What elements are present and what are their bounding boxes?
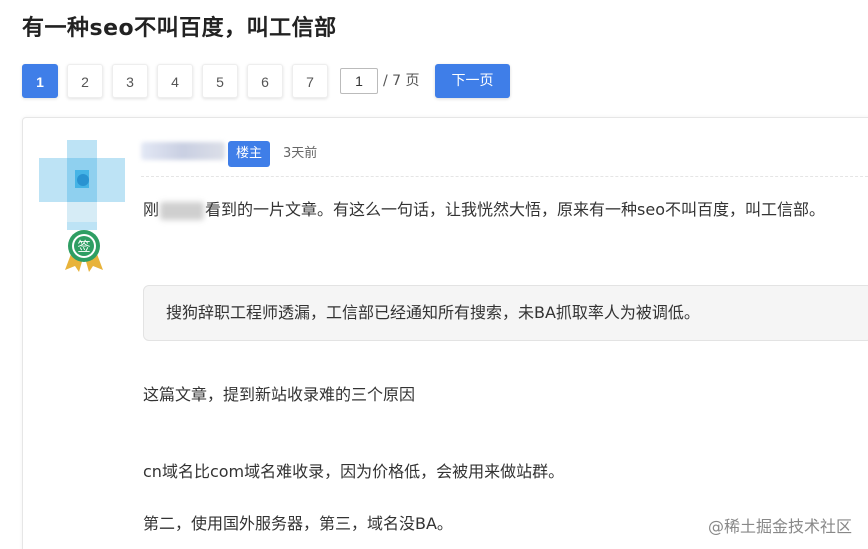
- avatar[interactable]: [39, 140, 125, 230]
- page-button-7[interactable]: 7: [292, 64, 328, 98]
- page-button-2[interactable]: 2: [67, 64, 103, 98]
- post-time: 3天前: [283, 146, 318, 161]
- page-button-1[interactable]: 1: [22, 64, 58, 98]
- page-button-4[interactable]: 4: [157, 64, 193, 98]
- sign-badge-icon: 签: [61, 228, 107, 274]
- blurred-text: [160, 201, 205, 220]
- watermark: @稀土掘金技术社区: [707, 517, 852, 536]
- page-button-6[interactable]: 6: [247, 64, 283, 98]
- post-card: 签 楼主 3天前 刚 看到的一片文章。有这么一句话，让我恍然大悟，原来有一种seo…: [22, 117, 868, 549]
- paragraph-1: 刚 看到的一片文章。有这么一句话，让我恍然大悟，原来有一种seo不叫百度，叫工信部…: [143, 197, 825, 223]
- quote-block: 搜狗辞职工程师透漏，工信部已经通知所有搜索，未BA抓取率人为被调低。: [143, 285, 868, 341]
- avatar-image: [39, 140, 125, 230]
- paragraph-1-suffix: 看到的一片文章。有这么一句话，让我恍然大悟，原来有一种seo不叫百度，叫工信部。: [205, 200, 825, 219]
- page-number-input[interactable]: 1: [340, 68, 378, 94]
- page-total-label: / 7 页: [383, 73, 420, 89]
- page-button-5[interactable]: 5: [202, 64, 238, 98]
- author-name-blurred[interactable]: [141, 142, 225, 160]
- paragraph-1-prefix: 刚: [143, 200, 160, 219]
- paragraph-3: cn域名比com域名难收录，因为价格低，会被用来做站群。: [143, 462, 565, 481]
- paragraph-4: 第二，使用国外服务器，第三，域名没BA。: [143, 514, 453, 533]
- page-button-3[interactable]: 3: [112, 64, 148, 98]
- thread-title: 有一种seo不叫百度，叫工信部: [22, 16, 337, 41]
- paragraph-2: 这篇文章，提到新站收录难的三个原因: [143, 385, 416, 404]
- page-root: 有一种seo不叫百度，叫工信部 1 2 3 4 5 6 7 1 / 7 页 下一…: [0, 0, 868, 549]
- author-tag: 楼主: [228, 141, 271, 167]
- quote-text: 搜狗辞职工程师透漏，工信部已经通知所有搜索，未BA抓取率人为被调低。: [166, 303, 700, 322]
- next-page-button[interactable]: 下一页: [435, 64, 510, 98]
- header-divider: [141, 176, 868, 177]
- badge-text: 签: [77, 239, 90, 255]
